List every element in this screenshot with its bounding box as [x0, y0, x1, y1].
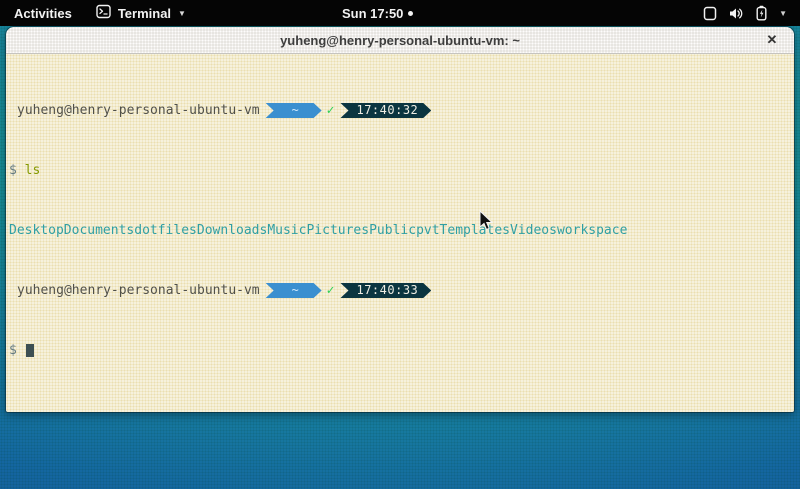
clock-button[interactable]: Sun 17:50: [342, 0, 413, 26]
chevron-down-icon: ▼: [779, 9, 787, 18]
prompt-line-1: yuheng@henry-personal-ubuntu-vm ~ ✓ 17:40:3…: [9, 103, 794, 118]
text-cursor: [26, 344, 34, 357]
window-titlebar[interactable]: yuheng@henry-personal-ubuntu-vm: ~ ✕: [6, 27, 794, 54]
ls-entry: Templates: [440, 223, 510, 238]
window-title: yuheng@henry-personal-ubuntu-vm: ~: [280, 33, 520, 48]
terminal-icon: [96, 4, 111, 22]
clock-label: Sun 17:50: [342, 6, 403, 21]
prompt-dollar: $: [9, 343, 17, 358]
ls-entry: Videos: [510, 223, 557, 238]
prompt-time-segment: 17:40:33: [340, 283, 431, 298]
prompt-username: yuheng@henry-personal-ubuntu-vm: [17, 283, 260, 298]
activities-label: Activities: [14, 6, 72, 21]
volume-icon: [728, 6, 744, 21]
check-icon: ✓: [327, 283, 335, 298]
top-bar: Activities Terminal ▼ Sun 17:50: [0, 0, 800, 26]
prompt-path-segment: ~: [266, 103, 322, 118]
notification-dot: [408, 11, 413, 16]
app-menu-terminal[interactable]: Terminal ▼: [86, 0, 196, 26]
ls-entry: Downloads: [197, 223, 267, 238]
chevron-down-icon: ▼: [178, 9, 186, 18]
ls-output-row: Desktop Documents dotfiles Downloads Mus…: [9, 223, 794, 238]
prompt-username: yuheng@henry-personal-ubuntu-vm: [17, 103, 260, 118]
prompt-dollar: $: [9, 163, 17, 178]
terminal-window: yuheng@henry-personal-ubuntu-vm: ~ ✕ yuh…: [6, 27, 794, 412]
ls-entry: Pictures: [306, 223, 369, 238]
check-icon: ✓: [327, 103, 335, 118]
activities-button[interactable]: Activities: [0, 0, 86, 26]
prompt-line-2: yuheng@henry-personal-ubuntu-vm ~ ✓ 17:40:3…: [9, 283, 794, 298]
typed-command: ls: [25, 163, 41, 178]
ls-entry: pvt: [416, 223, 439, 238]
screen-icon: [703, 6, 717, 21]
command-line: $ ls: [9, 163, 794, 178]
ls-entry: dotfiles: [134, 223, 197, 238]
close-icon[interactable]: ✕: [763, 31, 781, 49]
app-menu-label: Terminal: [118, 6, 171, 21]
ls-entry: Public: [369, 223, 416, 238]
ls-entry: workspace: [557, 223, 627, 238]
ls-entry: Music: [267, 223, 306, 238]
ls-entry: Documents: [64, 223, 134, 238]
prompt-time-segment: 17:40:32: [340, 103, 431, 118]
current-prompt-line[interactable]: $: [9, 343, 794, 358]
ls-entry: Desktop: [9, 223, 64, 238]
prompt-path-segment: ~: [266, 283, 322, 298]
system-status-area[interactable]: ▼: [690, 0, 800, 26]
terminal-content[interactable]: yuheng@henry-personal-ubuntu-vm ~ ✓ 17:40:3…: [6, 54, 794, 412]
battery-charging-icon: [755, 5, 768, 21]
